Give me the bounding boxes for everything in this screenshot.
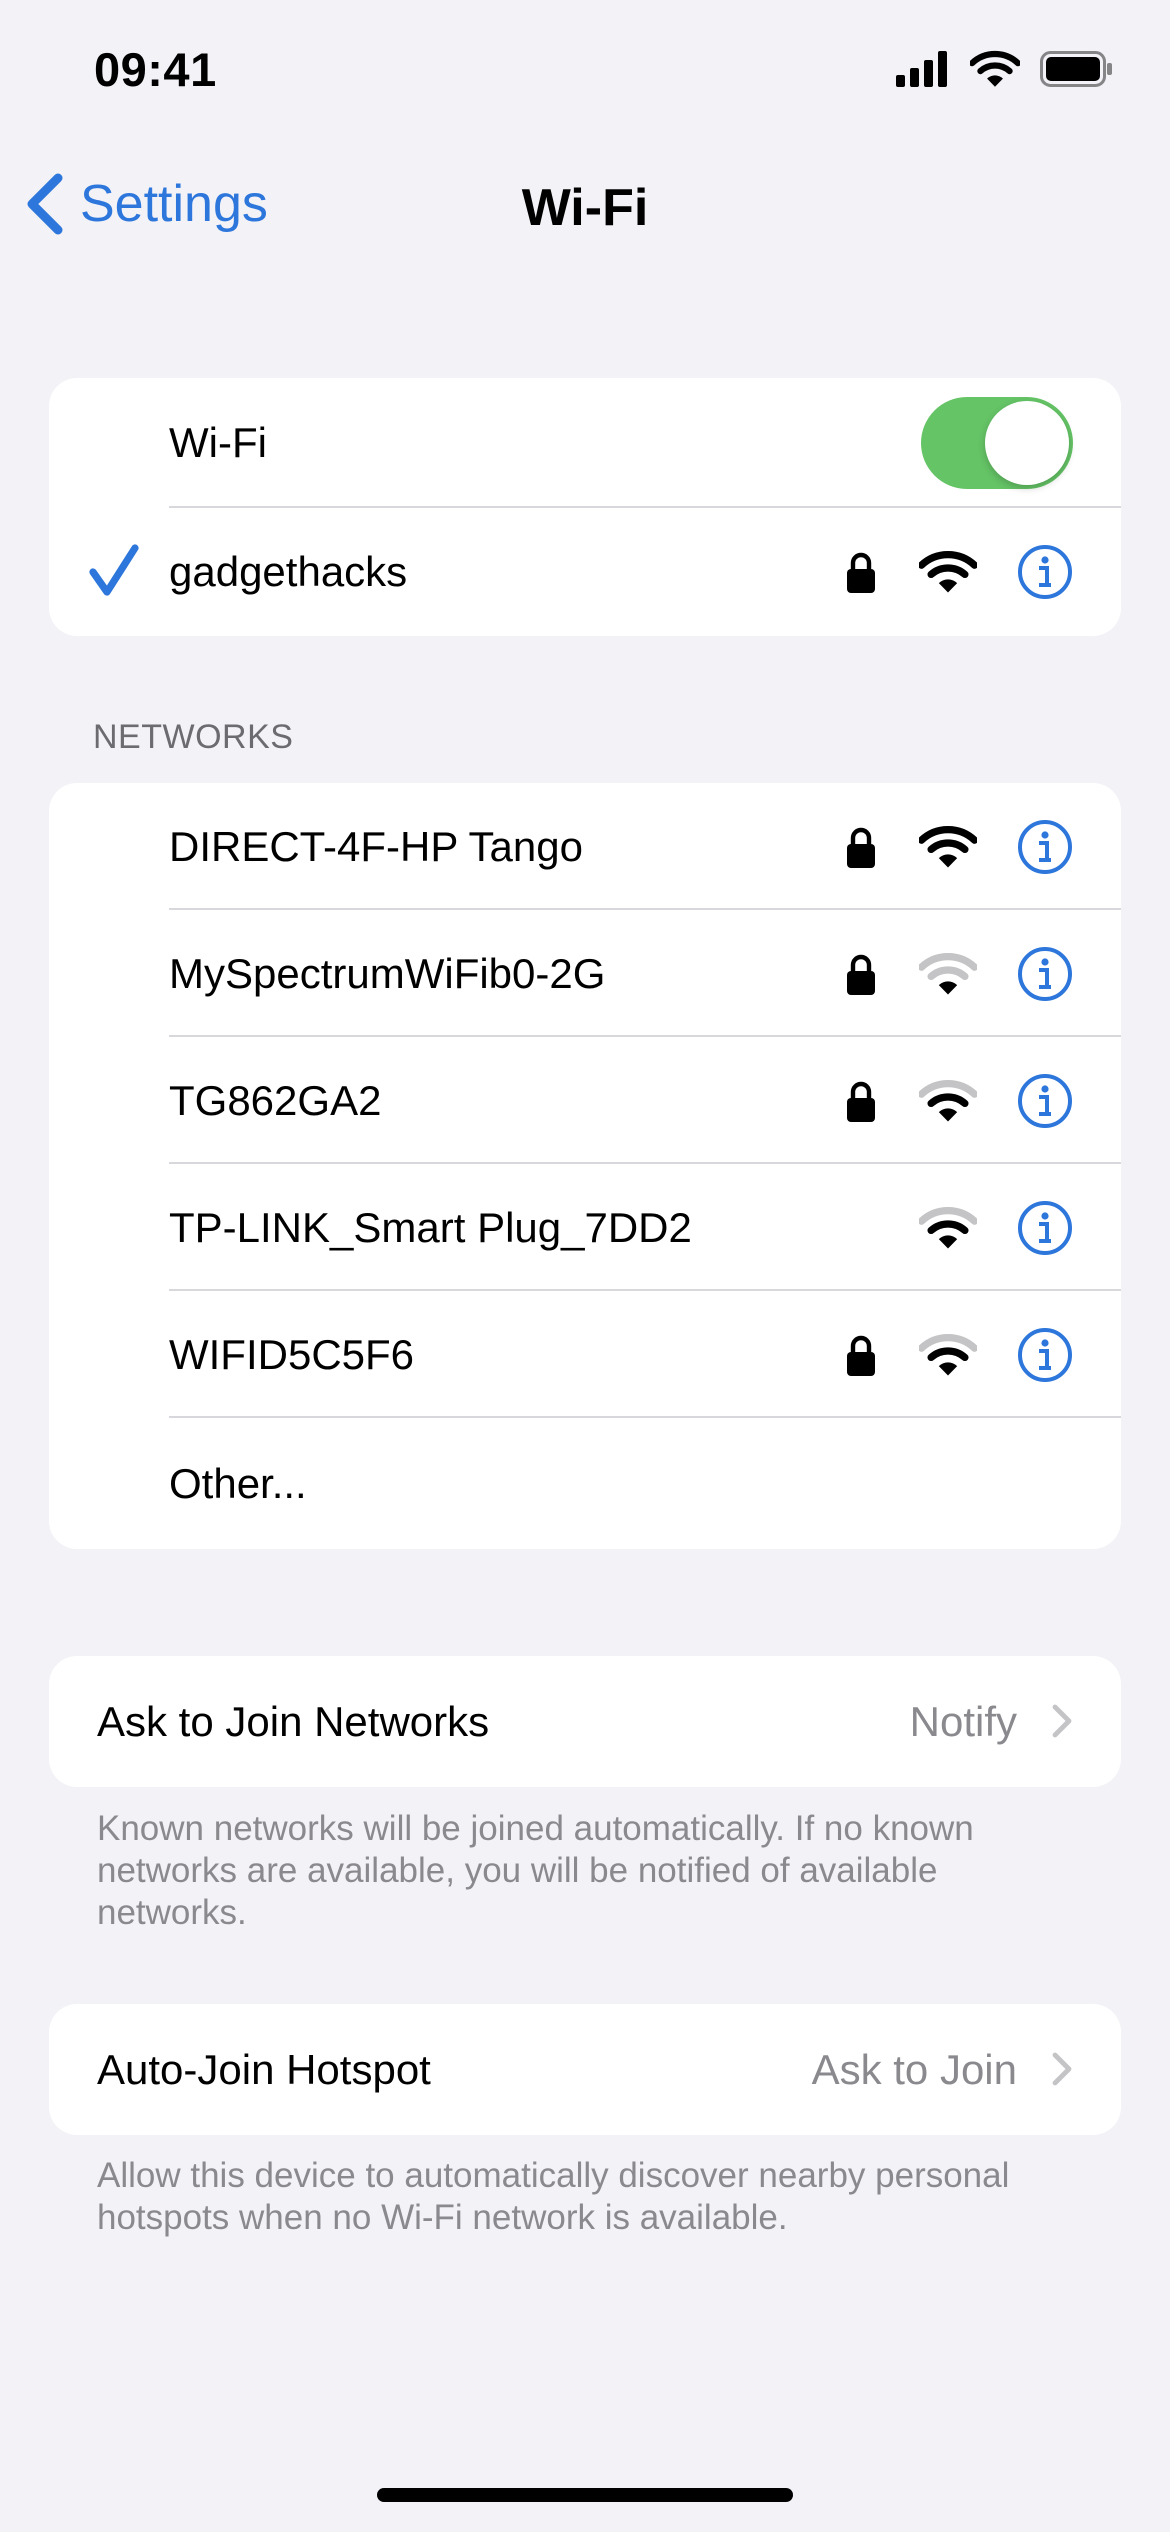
- network-name: WIFID5C5F6: [169, 1330, 415, 1378]
- network-row[interactable]: WIFID5C5F6: [49, 1291, 1121, 1418]
- network-icons: [841, 819, 1073, 875]
- connected-network-row[interactable]: gadgethacks: [49, 508, 1121, 636]
- other-network-row[interactable]: Other...: [49, 1418, 1121, 1549]
- lock-icon: [847, 954, 875, 995]
- lock-icon: [847, 827, 875, 868]
- page-title: Wi-Fi: [521, 179, 649, 237]
- network-name: TG862GA2: [169, 1076, 382, 1124]
- network-icons: [841, 544, 1073, 600]
- wifi-signal-icon: [919, 825, 977, 868]
- wifi-signal-icon: [919, 551, 977, 593]
- ask-to-join-row[interactable]: Ask to Join Networks Notify: [49, 1656, 1121, 1787]
- info-icon[interactable]: [1017, 544, 1073, 600]
- lock-icon: [847, 1081, 875, 1122]
- ask-to-join-group: Ask to Join Networks Notify: [49, 1656, 1121, 1787]
- network-row[interactable]: TG862GA2: [49, 1037, 1121, 1164]
- network-icons: [841, 1327, 1073, 1383]
- auto-join-hotspot-label: Auto-Join Hotspot: [97, 2045, 431, 2093]
- connected-network-name: gadgethacks: [169, 548, 408, 595]
- info-icon[interactable]: [1017, 1200, 1073, 1256]
- home-indicator[interactable]: [377, 2488, 793, 2502]
- info-icon[interactable]: [1017, 1073, 1073, 1129]
- wifi-toggle-row: Wi-Fi: [49, 378, 1121, 508]
- wifi-toggle[interactable]: [921, 397, 1073, 489]
- wifi-signal-icon: [919, 1079, 977, 1122]
- info-icon[interactable]: [1017, 1327, 1073, 1383]
- info-icon[interactable]: [1017, 946, 1073, 1002]
- chevron-right-icon: [1052, 2052, 1072, 2086]
- networks-header: NETWORKS: [93, 718, 294, 756]
- network-row[interactable]: TP-LINK_Smart Plug_7DD2: [49, 1164, 1121, 1291]
- network-name: DIRECT-4F-HP Tango: [169, 822, 583, 870]
- auto-join-hotspot-row[interactable]: Auto-Join Hotspot Ask to Join: [49, 2004, 1121, 2135]
- wifi-signal-icon: [919, 1206, 977, 1249]
- status-time: 09:41: [94, 43, 217, 96]
- other-network-label: Other...: [169, 1459, 307, 1507]
- network-name: TP-LINK_Smart Plug_7DD2: [169, 1203, 692, 1251]
- cellular-signal-icon: [896, 51, 947, 87]
- wifi-group: Wi-Fi gadgethacks: [49, 378, 1121, 636]
- info-icon[interactable]: [1017, 819, 1073, 875]
- wifi-signal-icon: [919, 1333, 977, 1376]
- status-icons: [896, 50, 1114, 88]
- network-name: MySpectrumWiFib0-2G: [169, 949, 606, 997]
- status-bar: 09:41: [0, 0, 1170, 150]
- networks-group: DIRECT-4F-HP Tango MySpectrumWiFib0-2G T…: [49, 783, 1121, 1549]
- toggle-knob: [985, 401, 1069, 485]
- auto-join-hotspot-group: Auto-Join Hotspot Ask to Join: [49, 2004, 1121, 2135]
- network-icons: [841, 1073, 1073, 1129]
- auto-join-hotspot-value: Ask to Join: [811, 2045, 1017, 2093]
- lock-icon: [847, 1335, 875, 1376]
- network-icons: [841, 946, 1073, 1002]
- network-row[interactable]: DIRECT-4F-HP Tango: [49, 783, 1121, 910]
- lock-icon: [847, 552, 875, 593]
- network-icons: [919, 1200, 1073, 1256]
- network-row[interactable]: MySpectrumWiFib0-2G: [49, 910, 1121, 1037]
- battery-icon: [1040, 51, 1112, 87]
- chevron-right-icon: [1052, 1704, 1072, 1738]
- wifi-icon: [970, 50, 1020, 87]
- nav-bar: Settings Wi-Fi: [0, 150, 1170, 270]
- ask-to-join-label: Ask to Join Networks: [97, 1697, 490, 1745]
- auto-join-hotspot-footnote: Allow this device to automatically disco…: [97, 2156, 1010, 2237]
- checkmark-icon: [89, 544, 139, 596]
- wifi-toggle-label: Wi-Fi: [169, 419, 267, 466]
- ask-to-join-footnote: Known networks will be joined automatica…: [97, 1809, 974, 1932]
- wifi-signal-icon: [919, 952, 977, 995]
- ask-to-join-value: Notify: [909, 1697, 1017, 1745]
